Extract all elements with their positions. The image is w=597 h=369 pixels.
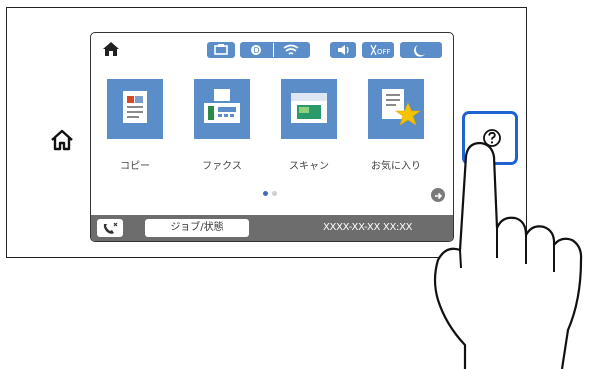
copy-status-icon[interactable] <box>207 42 235 58</box>
fax-tile[interactable] <box>194 79 250 139</box>
svg-text:D: D <box>254 46 260 55</box>
fax-icon <box>204 89 240 123</box>
tile-label-fax: ファクス <box>202 161 242 172</box>
wifi-icon <box>283 44 299 55</box>
favorites-tile[interactable] <box>368 79 424 139</box>
home-button-icon[interactable] <box>49 128 75 152</box>
scan-tile[interactable] <box>281 79 337 139</box>
app-tiles: コピー ファクス スキャン お気に入り <box>107 79 453 172</box>
page-dot-active <box>263 191 268 196</box>
tile-label-copy: コピー <box>120 161 150 172</box>
home-icon[interactable] <box>102 41 120 57</box>
svg-text:OFF: OFF <box>377 48 391 56</box>
tile-label-scan: スキャン <box>289 161 329 172</box>
favorites-star-icon <box>382 89 421 126</box>
status-bar: D OFF <box>91 33 453 67</box>
scan-icon <box>291 93 327 123</box>
fax-phone-button[interactable] <box>97 219 123 237</box>
lcd-screen: D OFF コピー ファクス スキャン お気に入り ジョブ/状態 XXXX-XX… <box>90 32 454 242</box>
phone-icon <box>103 222 118 234</box>
copy-tile[interactable] <box>107 79 163 139</box>
volume-icon[interactable] <box>330 42 356 58</box>
eco-off-icon[interactable]: OFF <box>362 42 394 58</box>
pointing-hand-icon <box>433 141 583 369</box>
page-dot <box>272 191 277 196</box>
job-status-button[interactable]: ジョブ/状態 <box>145 219 249 237</box>
bottom-bar: ジョブ/状態 XXXX-XX-XX XX:XX <box>91 215 453 241</box>
datetime-display: XXXX-XX-XX XX:XX <box>323 222 413 233</box>
network-status-group: D <box>240 42 310 58</box>
copy-icon <box>123 91 147 123</box>
sleep-icon[interactable] <box>400 42 442 58</box>
